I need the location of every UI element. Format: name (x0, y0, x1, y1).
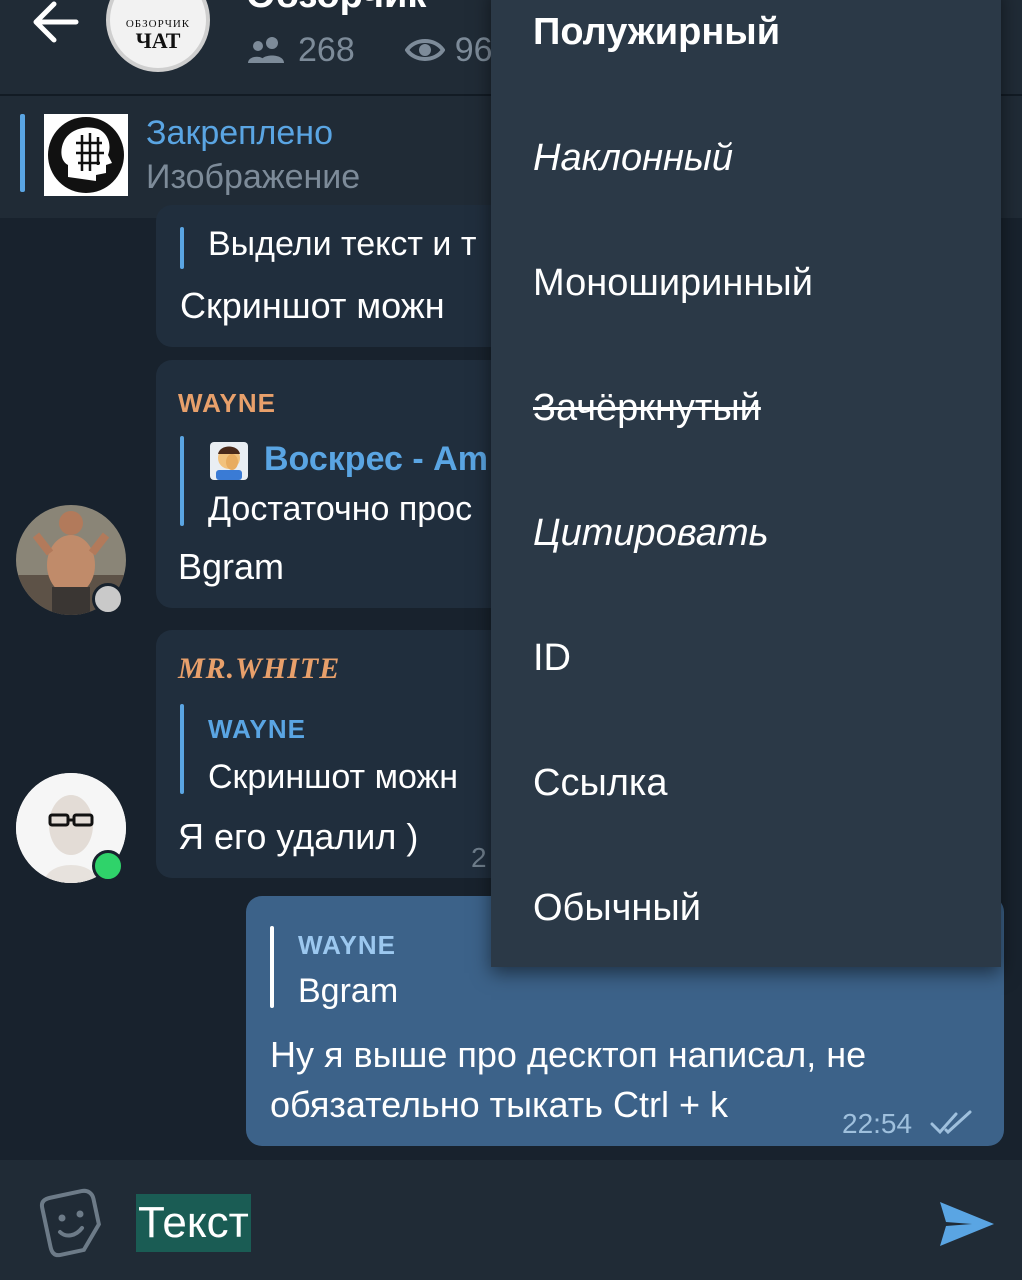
chat-title[interactable]: Обзорчик (246, 0, 426, 17)
reply-author: WAYNE (208, 714, 306, 744)
message-text-line-1: Ну я выше про десктоп написал, не (270, 1034, 867, 1075)
author-name-text: MR.WHITE (178, 652, 341, 685)
menu-item-label: Цитировать (533, 512, 769, 554)
menu-item-label: Полужирный (533, 11, 781, 53)
message-composer: Текст (0, 1160, 1022, 1280)
message-author[interactable]: WAYNE (178, 388, 276, 419)
message-text: Bgram (178, 546, 285, 587)
reply-quote-text: Выдели текст и т (208, 225, 477, 263)
offline-status-dot (92, 583, 124, 615)
chat-screen: ОБЗОРЧИК ЧАТ Обзорчик 268 96 (0, 0, 1022, 1280)
avatar-logo-big-text: ЧАТ (135, 28, 181, 53)
reply-quote-bar (180, 436, 184, 526)
message-text: Я его удалил ) (178, 816, 419, 857)
menu-item-bold[interactable]: Полужирный (491, 0, 1001, 111)
views-eye-icon (404, 39, 445, 61)
sticker-emoji-icon[interactable] (36, 1188, 106, 1258)
message-text-line-2: обязательно тыкать Ctrl + k (270, 1084, 729, 1125)
send-icon[interactable] (938, 1198, 996, 1250)
menu-item-label: Наклонный (533, 137, 734, 179)
menu-item-id[interactable]: ID (491, 596, 1001, 721)
menu-item-label: Ссылка (533, 762, 668, 804)
reply-quote-text: Bgram (298, 972, 399, 1010)
message-time: 2 (471, 842, 487, 873)
menu-item-monospace[interactable]: Моноширинный (491, 221, 1001, 346)
pinned-title: Закреплено (146, 114, 333, 152)
text-format-context-menu: Полужирный Наклонный Моноширинный Зачёрк… (491, 0, 1001, 967)
head-brain-logo-icon (48, 117, 124, 193)
message-text: Скриншот можн (180, 285, 445, 326)
pinned-thumbnail (44, 114, 128, 196)
chat-stats: 268 96 (246, 30, 493, 70)
reply-quote-text: Скриншот можн (208, 758, 458, 796)
views-count: 96 (454, 30, 493, 69)
message-author[interactable]: MR.WHITE (178, 652, 340, 686)
reply-quote-text: Достаточно прос (208, 490, 473, 528)
menu-item-regular[interactable]: Обычный (491, 846, 1001, 971)
reply-quote-bar (180, 704, 184, 794)
message-time: 22:54 (842, 1108, 913, 1139)
menu-item-label: Зачёркнутый (533, 387, 761, 429)
reply-quote-bar (180, 227, 184, 269)
chat-avatar[interactable]: ОБЗОРЧИК ЧАТ (106, 0, 210, 72)
menu-item-strikethrough[interactable]: Зачёркнутый (491, 346, 1001, 471)
pinned-accent-bar (20, 114, 25, 192)
members-icon (248, 37, 284, 63)
menu-item-link[interactable]: Ссылка (491, 721, 1001, 846)
reply-quote-bar (270, 926, 274, 1008)
menu-item-quote[interactable]: Цитировать (491, 471, 1001, 596)
menu-item-label: Обычный (533, 887, 701, 929)
back-button[interactable] (30, 0, 84, 48)
reply-author: WAYNE (298, 930, 396, 960)
back-arrow-icon (33, 1, 79, 43)
message-input[interactable]: Текст (136, 1194, 251, 1252)
online-status-dot (92, 850, 124, 882)
menu-item-label: Моноширинный (533, 262, 813, 304)
menu-item-italic[interactable]: Наклонный (491, 96, 1001, 221)
man-facepalm-emoji-icon (210, 442, 248, 480)
menu-item-label: ID (533, 637, 571, 679)
double-check-read-icon (930, 1110, 972, 1135)
reply-title: Воскрес - Am (264, 440, 488, 478)
pinned-subtitle: Изображение (146, 158, 361, 196)
members-count: 268 (298, 30, 355, 69)
